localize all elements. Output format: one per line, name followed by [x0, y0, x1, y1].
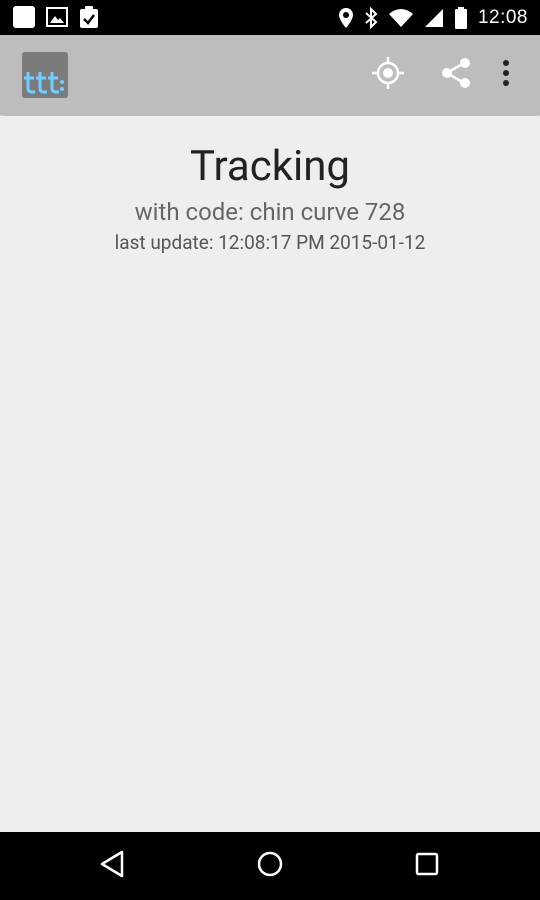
image-icon: [46, 6, 68, 28]
recents-button[interactable]: [407, 846, 447, 886]
home-icon: [256, 850, 284, 882]
wifi-icon: [388, 8, 414, 28]
last-update-text: last update: 12:08:17 PM 2015-01-12: [114, 231, 426, 254]
home-button[interactable]: [250, 846, 290, 886]
clipboard-check-icon: [78, 5, 100, 29]
location-pin-icon: [338, 7, 354, 29]
app-bar: [0, 35, 540, 115]
my-location-icon: [371, 56, 405, 94]
back-button[interactable]: [92, 846, 132, 886]
recents-icon: [414, 851, 440, 881]
my-location-button[interactable]: [368, 55, 408, 95]
overflow-menu-button[interactable]: [486, 55, 526, 95]
overflow-menu-icon: [502, 60, 510, 90]
app-logo[interactable]: [22, 52, 68, 98]
status-time: 12:08: [477, 6, 528, 28]
main-content: Tracking with code: chin curve 728 last …: [0, 116, 540, 832]
notification-square-icon: [12, 5, 36, 29]
status-bar-left: [12, 5, 100, 29]
status-bar: 12:08: [0, 0, 540, 35]
navigation-bar: [0, 832, 540, 900]
app-logo-icon: [22, 52, 68, 98]
back-icon: [99, 850, 125, 882]
share-icon: [439, 56, 473, 94]
share-button[interactable]: [436, 55, 476, 95]
battery-icon: [454, 6, 468, 29]
bluetooth-icon: [364, 6, 378, 29]
cell-signal-icon: [424, 8, 444, 28]
page-title: Tracking: [189, 142, 351, 191]
tracking-code-text: with code: chin curve 728: [134, 198, 406, 226]
status-bar-right: 12:08: [338, 0, 528, 35]
